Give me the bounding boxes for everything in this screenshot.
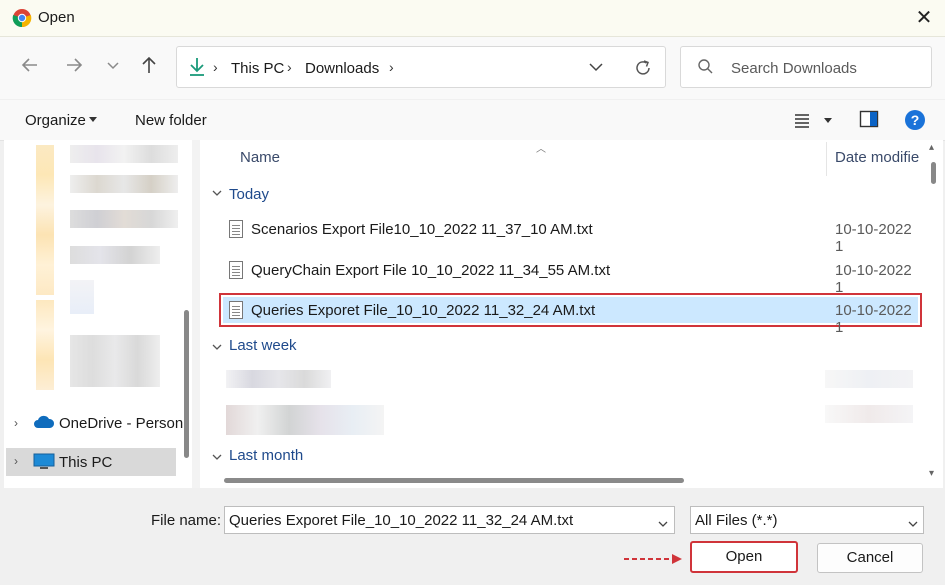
horizontal-scrollbar-thumb[interactable] xyxy=(224,478,684,483)
back-arrow-icon[interactable] xyxy=(17,54,43,80)
organize-button[interactable]: Organize xyxy=(25,112,86,129)
redacted-file-row xyxy=(226,405,384,435)
refresh-icon[interactable] xyxy=(632,57,654,84)
sidebar-scrollbar[interactable] xyxy=(184,310,189,458)
redacted-folder-icons xyxy=(36,145,54,295)
file-name-label: File name: xyxy=(151,512,222,529)
redacted-folder-label xyxy=(70,175,178,193)
collapse-chevron-icon[interactable] xyxy=(211,187,223,201)
sidebar-item-onedrive[interactable]: OneDrive - Person xyxy=(59,415,183,432)
file-date: 10-10-2022 1 xyxy=(835,262,912,296)
address-dropdown-icon[interactable] xyxy=(585,57,607,82)
breadcrumb-this-pc[interactable]: This PC xyxy=(231,60,284,77)
file-date: 10-10-2022 1 xyxy=(835,221,912,255)
vertical-scrollbar-thumb[interactable] xyxy=(931,162,936,184)
group-header-today[interactable]: Today xyxy=(229,186,269,203)
redacted-folder-label xyxy=(70,246,160,264)
file-name: Queries Exporet File_10_10_2022 11_32_24… xyxy=(251,302,596,319)
list-item[interactable]: QueryChain Export File 10_10_2022 11_34_… xyxy=(220,255,923,296)
scroll-down-icon[interactable]: ▾ xyxy=(929,468,934,479)
group-header-last-week[interactable]: Last week xyxy=(229,337,297,354)
expand-chevron-icon[interactable]: › xyxy=(14,454,18,468)
collapse-chevron-icon[interactable] xyxy=(211,339,223,357)
breadcrumb-chevron-icon[interactable]: › xyxy=(389,59,394,75)
redacted-folder-label xyxy=(70,145,178,163)
redacted-folder-label xyxy=(70,210,178,228)
annotation-arrow-icon xyxy=(622,552,684,570)
text-file-icon xyxy=(229,261,243,279)
address-bar[interactable]: › This PC › Downloads › xyxy=(176,46,666,88)
redacted-folder-label xyxy=(70,335,160,387)
window-title: Open xyxy=(38,9,75,26)
file-date: 10-10-2022 1 xyxy=(835,302,912,336)
footer-bar xyxy=(0,488,945,585)
onedrive-cloud-icon xyxy=(33,414,55,435)
forward-arrow-icon[interactable] xyxy=(61,54,87,80)
text-file-icon xyxy=(229,220,243,238)
redacted-file-row xyxy=(226,370,331,388)
new-folder-button[interactable]: New folder xyxy=(135,112,207,129)
close-icon[interactable]: ✕ xyxy=(912,6,936,30)
text-file-icon xyxy=(229,301,243,319)
file-name-dropdown-icon[interactable] xyxy=(657,516,669,534)
up-arrow-icon[interactable] xyxy=(136,54,162,80)
sort-chevron-icon: ︿ xyxy=(536,144,546,155)
file-name-value: Queries Exporet File_10_10_2022 11_32_24… xyxy=(229,512,574,529)
organize-dropdown-icon[interactable] xyxy=(89,117,97,122)
cancel-button[interactable]: Cancel xyxy=(817,543,923,573)
file-type-value: All Files (*.*) xyxy=(695,512,778,529)
sidebar-item-this-pc[interactable]: This PC xyxy=(59,454,112,471)
monitor-icon xyxy=(33,453,55,476)
search-icon xyxy=(697,58,715,81)
redacted-folder-icons xyxy=(36,300,54,390)
column-header-date[interactable]: Date modifie xyxy=(835,149,919,166)
breadcrumb-chevron-icon[interactable]: › xyxy=(287,59,292,75)
navigation-pane: › OneDrive - Person › This PC xyxy=(4,140,192,488)
scroll-up-icon[interactable]: ▴ xyxy=(929,142,934,153)
preview-pane-icon[interactable] xyxy=(859,110,879,133)
breadcrumb-downloads[interactable]: Downloads xyxy=(305,60,379,77)
file-type-dropdown-icon[interactable] xyxy=(907,516,919,534)
redacted-folder-label xyxy=(70,280,94,314)
redacted-file-date xyxy=(825,405,913,423)
open-button[interactable]: Open xyxy=(690,541,798,573)
title-bar xyxy=(0,0,945,37)
view-options-dropdown-icon[interactable] xyxy=(824,118,832,123)
file-name: QueryChain Export File 10_10_2022 11_34_… xyxy=(251,262,611,279)
list-item[interactable]: Scenarios Export File10_10_2022 11_37_10… xyxy=(220,214,923,255)
search-input[interactable]: Search Downloads xyxy=(731,60,857,77)
svg-text:?: ? xyxy=(911,112,920,128)
redacted-file-date xyxy=(825,370,913,388)
search-box[interactable]: Search Downloads xyxy=(680,46,932,88)
chrome-icon xyxy=(12,8,32,28)
collapse-chevron-icon[interactable] xyxy=(211,449,223,467)
download-icon xyxy=(187,56,207,83)
column-header-name[interactable]: Name xyxy=(240,149,280,166)
list-item-selected[interactable]: Queries Exporet File_10_10_2022 11_32_24… xyxy=(219,293,922,336)
file-name: Scenarios Export File10_10_2022 11_37_10… xyxy=(251,221,593,238)
group-header-last-month[interactable]: Last month xyxy=(229,447,303,464)
file-list: ︿ Name Date modifie Today Scenarios Expo… xyxy=(200,140,943,488)
help-icon[interactable]: ? xyxy=(904,109,926,136)
expand-chevron-icon[interactable]: › xyxy=(14,416,18,430)
file-type-select[interactable]: All Files (*.*) xyxy=(690,506,924,534)
view-list-icon[interactable] xyxy=(793,112,811,133)
breadcrumb-chevron-icon[interactable]: › xyxy=(213,59,218,75)
file-name-input[interactable]: Queries Exporet File_10_10_2022 11_32_24… xyxy=(224,506,675,534)
pane-splitter[interactable] xyxy=(192,140,200,488)
column-divider[interactable] xyxy=(826,142,827,176)
recent-locations-chevron-icon[interactable] xyxy=(100,54,126,80)
